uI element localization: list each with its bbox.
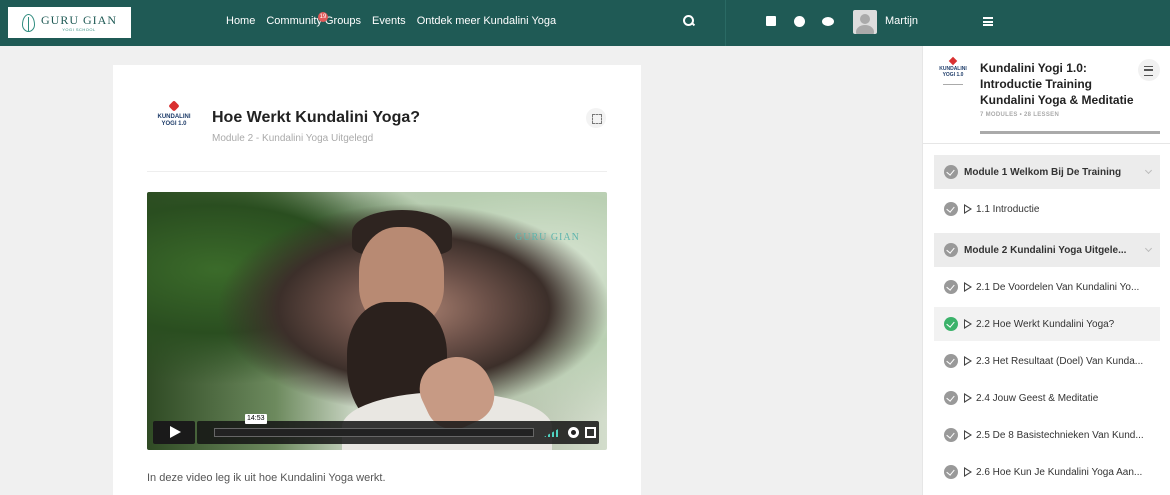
lesson-2-6[interactable]: 2.6 Hoe Kun Je Kundalini Yoga Aan...	[934, 455, 1160, 489]
check-icon	[944, 465, 958, 479]
check-done-icon	[944, 317, 958, 331]
expand-icon[interactable]	[586, 108, 606, 128]
chevron-down-icon	[1144, 244, 1153, 253]
nav-ontdek[interactable]: Ontdek meer Kundalini Yoga	[417, 15, 556, 27]
community-notification-badge: 19	[318, 12, 328, 22]
leaf-logo-icon	[22, 13, 35, 32]
logo-subtitle: YOGI SCHOOL	[62, 26, 96, 32]
user-name[interactable]: Martijn	[885, 15, 918, 27]
calendar-icon[interactable]	[766, 16, 776, 26]
nav-events[interactable]: Events	[372, 15, 406, 27]
play-button[interactable]	[153, 421, 195, 444]
lesson-2-5[interactable]: 2.5 De 8 Basistechnieken Van Kund...	[934, 418, 1160, 452]
list-icon[interactable]	[1138, 59, 1160, 81]
search-icon[interactable]	[683, 15, 695, 27]
check-icon	[944, 354, 958, 368]
lesson-2-2[interactable]: 2.2 Hoe Werkt Kundalini Yoga?	[934, 307, 1160, 341]
course-header: KUNDALINI YOGI 1.0 Kundalini Yogi 1.0: I…	[923, 46, 1170, 144]
chat-icon[interactable]	[822, 17, 834, 26]
logo-title: GURU GIAN	[41, 12, 117, 27]
lesson-2-3[interactable]: 2.3 Het Resultaat (Doel) Van Kunda...	[934, 344, 1160, 378]
check-icon	[944, 165, 958, 179]
chevron-down-icon	[1144, 166, 1153, 175]
course-title[interactable]: Kundalini Yogi 1.0: Introductie Training…	[980, 60, 1140, 108]
user-avatar[interactable]	[853, 10, 877, 34]
fullscreen-icon[interactable]	[585, 427, 596, 438]
module-2[interactable]: Module 2 Kundalini Yoga Uitgele...	[934, 233, 1160, 267]
lesson-card: KUNDALINI YOGI 1.0 Hoe Werkt Kundalini Y…	[113, 65, 641, 495]
lesson-2-4[interactable]: 2.4 Jouw Geest & Meditatie	[934, 381, 1160, 415]
top-navbar: GURU GIAN YOGI SCHOOL Home Community Gro…	[0, 0, 1170, 46]
check-icon	[944, 243, 958, 257]
header-divider	[725, 0, 726, 46]
check-icon	[944, 202, 958, 216]
video-controls: 14:53	[153, 414, 599, 444]
course-meta: 7 MODULES • 28 LESSEN	[980, 112, 1060, 118]
check-icon	[944, 428, 958, 442]
check-icon	[944, 391, 958, 405]
sidebar-course-logo: KUNDALINI YOGI 1.0	[936, 56, 970, 94]
volume-icon[interactable]	[544, 428, 560, 437]
lesson-description: In deze video leg ik uit hoe Kundalini Y…	[147, 472, 386, 484]
globe-icon[interactable]	[794, 16, 805, 27]
nav-community[interactable]: Community	[266, 15, 322, 27]
lesson-2-1[interactable]: 2.1 De Voordelen Van Kundalini Yo...	[934, 270, 1160, 304]
course-sidebar: KUNDALINI YOGI 1.0 Kundalini Yogi 1.0: I…	[922, 46, 1170, 495]
video-player[interactable]: GURU GIAN 14:53	[147, 192, 607, 450]
nav-home[interactable]: Home	[226, 15, 255, 27]
course-logo: KUNDALINI YOGI 1.0	[152, 100, 196, 146]
check-icon	[944, 280, 958, 294]
site-logo[interactable]: GURU GIAN YOGI SCHOOL	[8, 7, 131, 38]
course-logo-mark-icon	[948, 56, 958, 66]
lesson-subtitle: Module 2 - Kundalini Yoga Uitgelegd	[212, 133, 374, 144]
course-progress-bar	[980, 131, 1160, 134]
course-logo-mark-icon	[168, 100, 180, 112]
nav-groups[interactable]: Groups	[325, 15, 361, 27]
video-duration: 14:53	[245, 414, 267, 424]
settings-gear-icon[interactable]	[568, 427, 579, 438]
lesson-1-1[interactable]: 1.1 Introductie	[934, 192, 1160, 226]
video-watermark: GURU GIAN	[515, 232, 580, 243]
divider	[147, 171, 607, 172]
video-progress-bar[interactable]	[214, 428, 534, 437]
menu-icon[interactable]	[983, 17, 993, 26]
main-nav: Home Community Groups Events Ontdek meer…	[226, 15, 567, 27]
module-1[interactable]: Module 1 Welkom Bij De Training	[934, 155, 1160, 189]
lesson-title: Hoe Werkt Kundalini Yoga?	[212, 109, 421, 126]
